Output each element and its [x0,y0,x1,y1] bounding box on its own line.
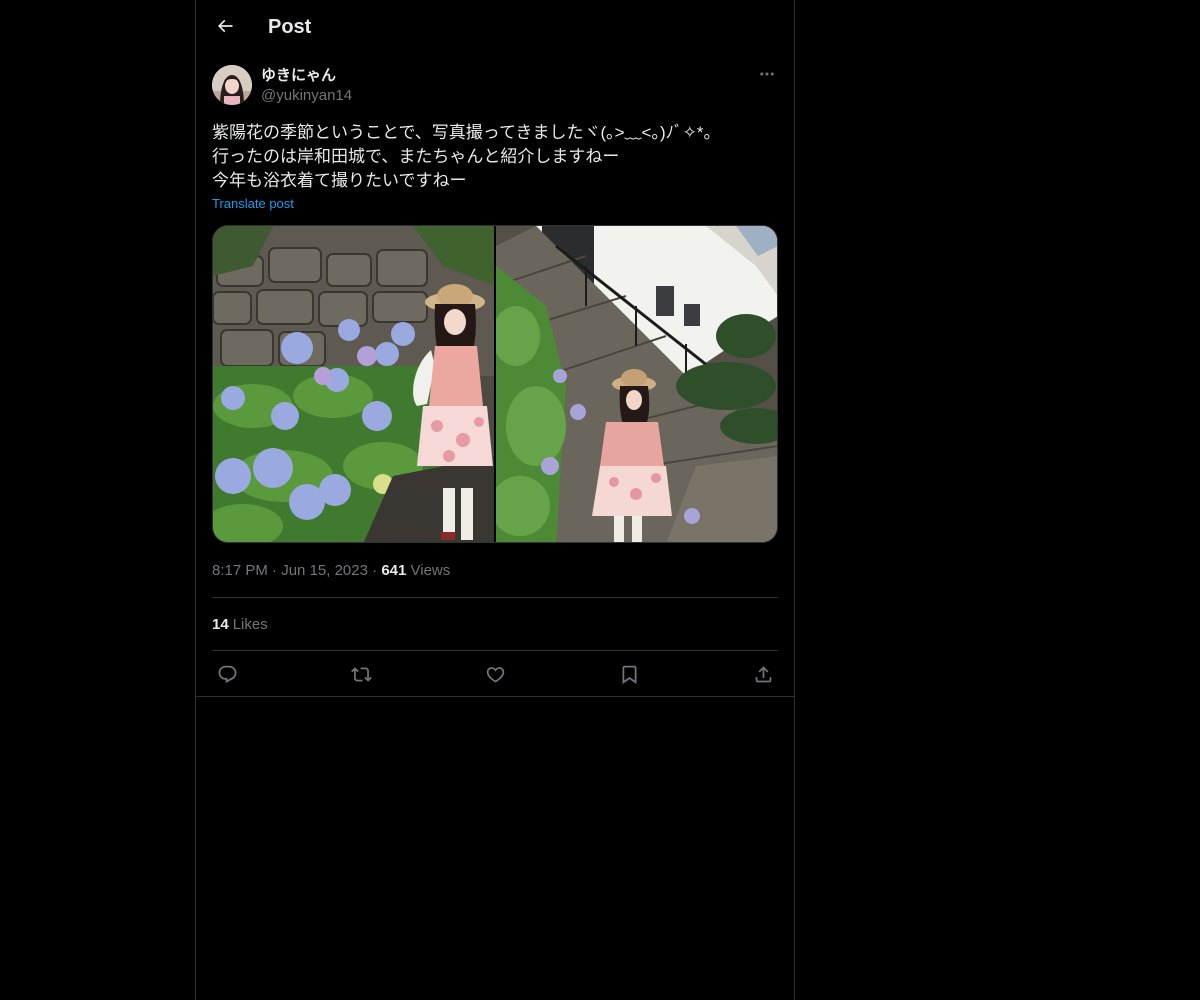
likes-label: Likes [232,615,268,633]
translate-post-link[interactable]: Translate post [212,196,294,212]
like-button[interactable] [480,659,510,689]
author-handle[interactable]: @yukinyan14 [261,86,352,105]
post-time[interactable]: 8:17 PM [212,562,268,579]
page-header: Post [196,0,794,53]
share-button[interactable] [748,659,778,689]
action-bar [212,651,778,697]
more-dots-icon [760,72,774,76]
avatar-image [212,65,252,105]
views-count: 641 [381,562,407,579]
author-name[interactable]: ゆきにゃん [261,66,336,85]
timeline-column: Post ゆきにゃん @yukinyan14 紫陽花の季節ということで、写真撮っ… [195,0,795,1000]
photo-image [213,226,494,542]
photo-hydrangeas[interactable] [213,226,494,542]
meta-separator: · [272,562,278,579]
photo-image [496,226,777,542]
bookmark-icon [622,665,636,684]
arrow-left-icon [217,19,233,33]
bookmark-button[interactable] [614,659,644,689]
repost-button[interactable] [346,659,376,689]
share-icon [755,665,771,682]
like-icon [486,666,504,683]
post: ゆきにゃん @yukinyan14 紫陽花の季節ということで、写真撮ってきました… [212,63,778,697]
photo-castle[interactable] [496,226,777,542]
post-meta: 8:17 PM · Jun 15, 2023 · 641 Views [212,561,778,581]
likes-count: 14 [212,615,229,633]
divider [196,696,794,697]
post-date[interactable]: Jun 15, 2023 [281,562,368,579]
back-button[interactable] [208,9,242,43]
avatar[interactable] [212,65,252,105]
post-text: 紫陽花の季節ということで、写真撮ってきましたヾ(｡>﹏<｡)ﾉﾞ✧*。 行ったの… [212,123,721,190]
reply-button[interactable] [212,659,242,689]
media-grid [212,225,778,543]
page-title: Post [268,16,312,38]
views-label: Views [410,562,451,579]
reply-icon [218,665,236,683]
meta-separator: · [372,562,378,579]
likes-row[interactable]: 14 Likes [212,598,778,650]
repost-icon [350,666,372,682]
more-options-button[interactable] [756,63,778,85]
author-row: ゆきにゃん @yukinyan14 [212,63,778,107]
